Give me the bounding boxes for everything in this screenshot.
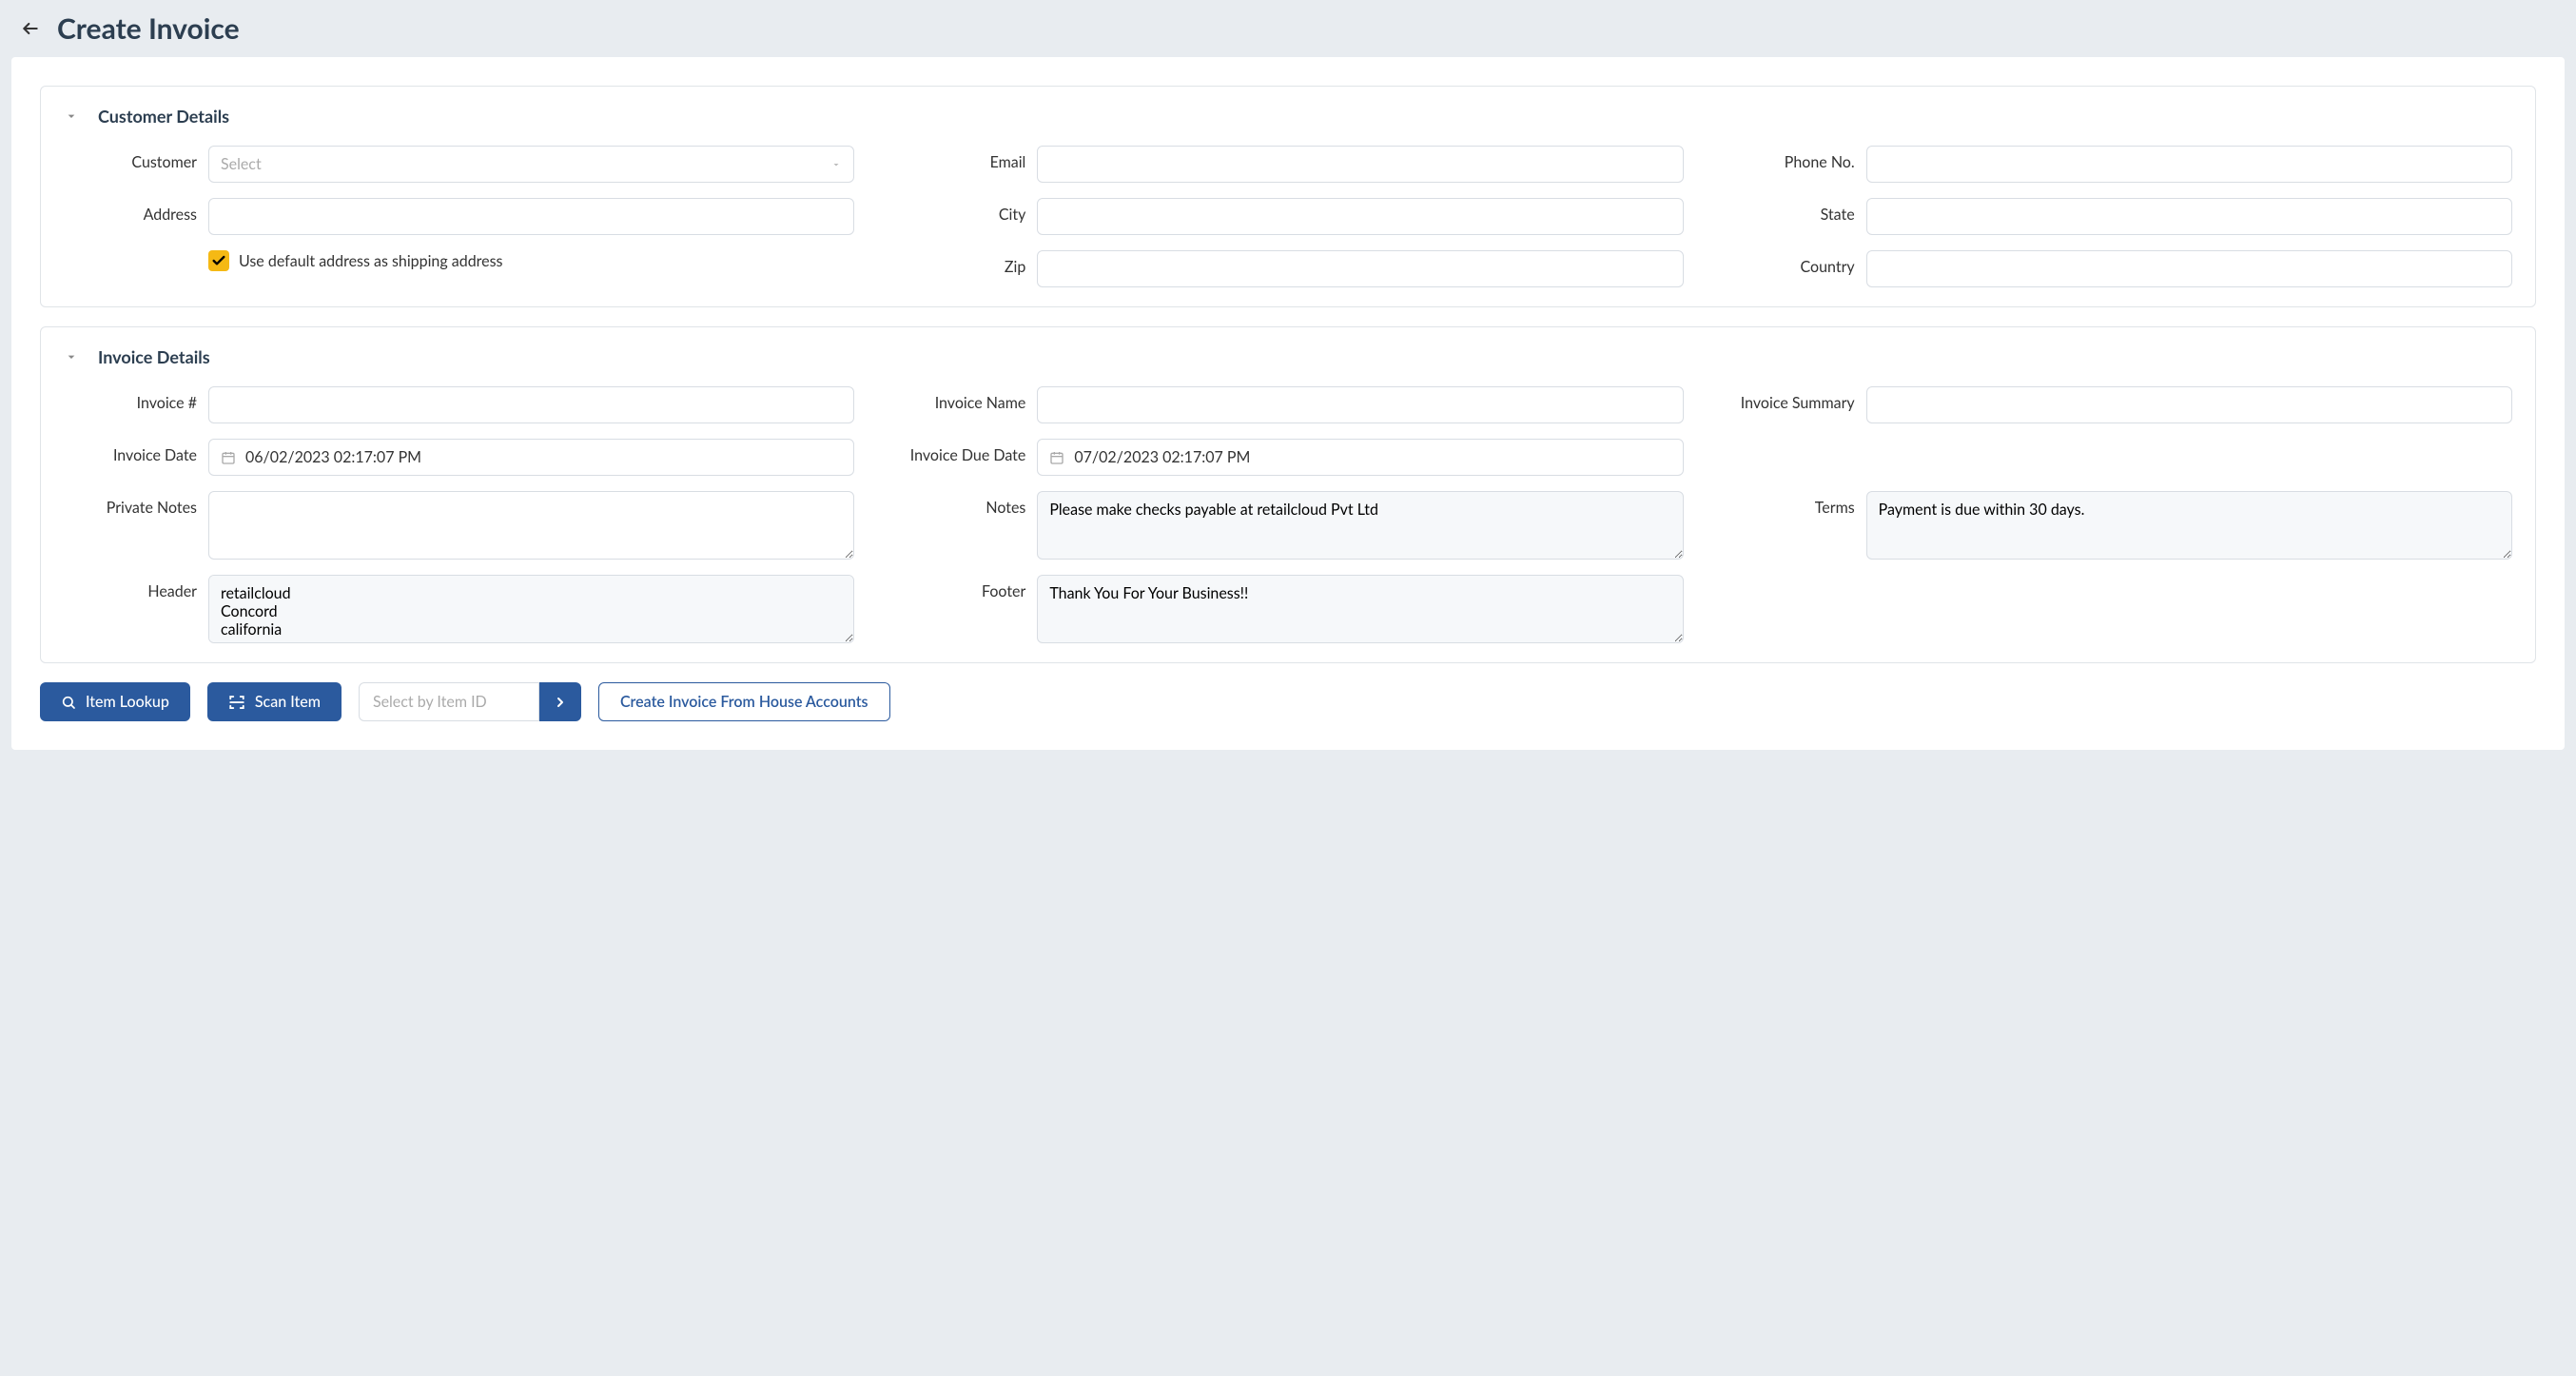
private-notes-textarea[interactable] xyxy=(208,491,854,560)
private-notes-label: Private Notes xyxy=(64,491,197,517)
action-bar: Item Lookup Scan Item Create Invoice Fro… xyxy=(40,682,2536,721)
country-label: Country xyxy=(1722,250,1855,276)
invoice-name-input[interactable] xyxy=(1037,386,1683,423)
notes-textarea[interactable] xyxy=(1037,491,1683,560)
customer-details-section: Customer Details Customer Select Email P… xyxy=(40,86,2536,307)
email-field-row: Email xyxy=(892,146,1683,183)
state-field-row: State xyxy=(1722,198,2512,235)
private-notes-field-row: Private Notes xyxy=(64,491,854,560)
city-label: City xyxy=(892,198,1025,224)
zip-label: Zip xyxy=(892,250,1025,276)
chevron-right-icon xyxy=(553,695,568,710)
city-input[interactable] xyxy=(1037,198,1683,235)
chevron-down-icon xyxy=(64,349,79,364)
city-field-row: City xyxy=(892,198,1683,235)
invoice-details-title: Invoice Details xyxy=(98,346,210,367)
caret-down-icon xyxy=(830,159,842,170)
footer-textarea[interactable] xyxy=(1037,575,1683,643)
header-label: Header xyxy=(64,575,197,600)
email-label: Email xyxy=(892,146,1025,171)
scan-icon xyxy=(228,694,245,711)
state-label: State xyxy=(1722,198,1855,224)
chevron-down-icon xyxy=(64,108,79,124)
country-field-row: Country xyxy=(1722,250,2512,287)
country-input[interactable] xyxy=(1866,250,2512,287)
invoice-summary-field-row: Invoice Summary xyxy=(1722,386,2512,423)
invoice-number-input[interactable] xyxy=(208,386,854,423)
footer-label: Footer xyxy=(892,575,1025,600)
arrow-left-icon xyxy=(21,19,40,38)
calendar-icon xyxy=(1049,450,1064,465)
search-icon xyxy=(61,695,76,710)
header-textarea[interactable] xyxy=(208,575,854,643)
invoice-date-field-row: Invoice Date 06/02/2023 02:17:07 PM xyxy=(64,439,854,476)
invoice-date-label: Invoice Date xyxy=(64,439,197,464)
phone-field-row: Phone No. xyxy=(1722,146,2512,183)
customer-select[interactable]: Select xyxy=(208,146,854,183)
customer-field-row: Customer Select xyxy=(64,146,854,183)
create-from-house-label: Create Invoice From House Accounts xyxy=(620,693,868,711)
zip-input[interactable] xyxy=(1037,250,1683,287)
zip-field-row: Zip xyxy=(892,250,1683,287)
invoice-name-label: Invoice Name xyxy=(892,386,1025,412)
address-field-row: Address xyxy=(64,198,854,235)
invoice-name-field-row: Invoice Name xyxy=(892,386,1683,423)
terms-label: Terms xyxy=(1722,491,1855,517)
default-address-label: Use default address as shipping address xyxy=(239,252,502,270)
item-lookup-label: Item Lookup xyxy=(86,693,169,711)
header-field-row: Header xyxy=(64,575,854,643)
calendar-icon xyxy=(221,450,236,465)
invoice-date-value: 06/02/2023 02:17:07 PM xyxy=(245,448,421,466)
invoice-details-section: Invoice Details Invoice # Invoice Name I… xyxy=(40,326,2536,663)
invoice-due-date-value: 07/02/2023 02:17:07 PM xyxy=(1074,448,1250,466)
invoice-number-field-row: Invoice # xyxy=(64,386,854,423)
customer-label: Customer xyxy=(64,146,197,171)
address-label: Address xyxy=(64,198,197,224)
invoice-summary-input[interactable] xyxy=(1866,386,2512,423)
invoice-due-date-input[interactable]: 07/02/2023 02:17:07 PM xyxy=(1037,439,1683,476)
item-id-search-group xyxy=(359,682,581,721)
page-title: Create Invoice xyxy=(57,11,240,46)
invoice-details-header[interactable]: Invoice Details xyxy=(64,346,2512,367)
check-icon xyxy=(211,253,226,268)
item-id-go-button[interactable] xyxy=(539,682,581,721)
notes-field-row: Notes xyxy=(892,491,1683,560)
state-input[interactable] xyxy=(1866,198,2512,235)
address-input[interactable] xyxy=(208,198,854,235)
terms-textarea[interactable] xyxy=(1866,491,2512,560)
create-from-house-button[interactable]: Create Invoice From House Accounts xyxy=(598,682,890,721)
phone-label: Phone No. xyxy=(1722,146,1855,171)
default-address-checkbox[interactable] xyxy=(208,250,229,271)
email-input[interactable] xyxy=(1037,146,1683,183)
invoice-due-date-field-row: Invoice Due Date 07/02/2023 02:17:07 PM xyxy=(892,439,1683,476)
scan-item-button[interactable]: Scan Item xyxy=(207,682,342,721)
item-lookup-button[interactable]: Item Lookup xyxy=(40,682,190,721)
content-panel: Customer Details Customer Select Email P… xyxy=(11,57,2565,750)
page-header: Create Invoice xyxy=(0,0,2576,57)
phone-input[interactable] xyxy=(1866,146,2512,183)
invoice-date-input[interactable]: 06/02/2023 02:17:07 PM xyxy=(208,439,854,476)
back-arrow-button[interactable] xyxy=(19,17,42,40)
invoice-summary-label: Invoice Summary xyxy=(1722,386,1855,412)
default-address-row: Use default address as shipping address xyxy=(64,250,854,287)
scan-item-label: Scan Item xyxy=(255,693,321,711)
footer-field-row: Footer xyxy=(892,575,1683,643)
item-id-input[interactable] xyxy=(359,682,539,721)
terms-field-row: Terms xyxy=(1722,491,2512,560)
notes-label: Notes xyxy=(892,491,1025,517)
customer-details-title: Customer Details xyxy=(98,106,229,127)
customer-details-header[interactable]: Customer Details xyxy=(64,106,2512,127)
customer-select-placeholder: Select xyxy=(221,155,262,173)
invoice-due-date-label: Invoice Due Date xyxy=(892,439,1025,464)
invoice-number-label: Invoice # xyxy=(64,386,197,412)
